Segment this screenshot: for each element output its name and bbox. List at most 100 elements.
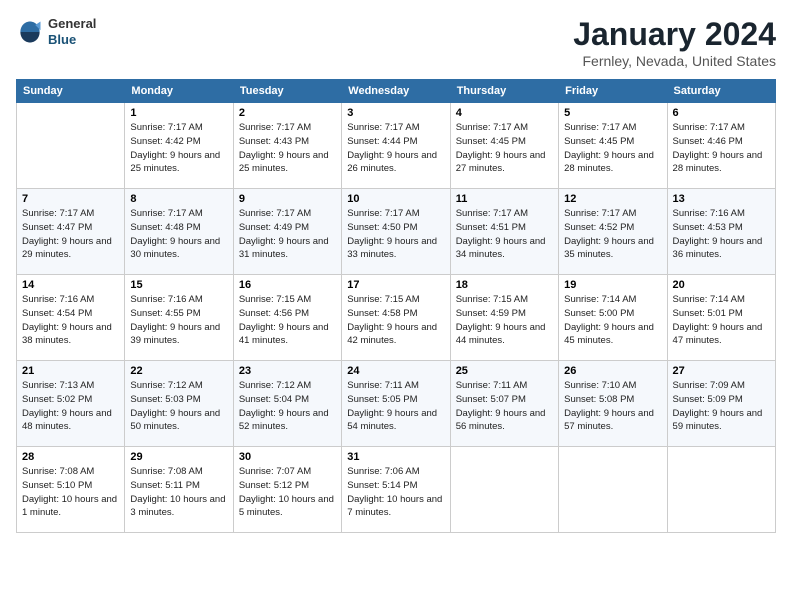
logo-icon [16,18,44,46]
day-info: Sunrise: 7:16 AMSunset: 4:53 PMDaylight:… [673,207,770,262]
day-cell: 28 Sunrise: 7:08 AMSunset: 5:10 PMDayligh… [17,447,125,533]
day-info: Sunrise: 7:12 AMSunset: 5:03 PMDaylight:… [130,379,227,434]
day-number: 14 [22,279,119,291]
day-cell: 1Sunrise: 7:17 AMSunset: 4:42 PMDaylight… [125,103,233,189]
day-cell: 16 Sunrise: 7:15 AMSunset: 4:56 PMDayligh… [233,275,341,361]
day-cell: 8 Sunrise: 7:17 AMSunset: 4:48 PMDaylight… [125,189,233,275]
day-number: 31 [347,451,444,463]
day-info: Sunrise: 7:15 AMSunset: 4:56 PMDaylight:… [239,293,336,348]
day-cell: 19Sunrise: 7:14 AMSunset: 5:00 PMDayligh… [559,275,667,361]
day-info: Sunrise: 7:17 AMSunset: 4:42 PMDaylight:… [130,121,227,176]
day-number: 11 [456,193,553,205]
day-number: 16 [239,279,336,291]
day-info: Sunrise: 7:11 AMSunset: 5:05 PMDaylight:… [347,379,444,434]
header-wednesday: Wednesday [342,80,450,103]
day-cell: 27Sunrise: 7:09 AMSunset: 5:09 PMDayligh… [667,361,775,447]
header-thursday: Thursday [450,80,558,103]
day-number: 30 [239,451,336,463]
day-number: 7 [22,193,119,205]
day-info: Sunrise: 7:17 AMSunset: 4:51 PMDaylight:… [456,207,553,262]
day-info: Sunrise: 7:17 AMSunset: 4:49 PMDaylight:… [239,207,336,262]
day-cell: 29Sunrise: 7:08 AMSunset: 5:11 PMDayligh… [125,447,233,533]
day-cell [559,447,667,533]
day-info: Sunrise: 7:16 AMSunset: 4:54 PMDaylight:… [22,293,119,348]
day-cell [450,447,558,533]
day-info: Sunrise: 7:15 AMSunset: 4:58 PMDaylight:… [347,293,444,348]
header-sunday: Sunday [17,80,125,103]
header-tuesday: Tuesday [233,80,341,103]
day-cell: 5 Sunrise: 7:17 AMSunset: 4:45 PMDaylight… [559,103,667,189]
day-cell: 9 Sunrise: 7:17 AMSunset: 4:49 PMDaylight… [233,189,341,275]
day-cell: 21Sunrise: 7:13 AMSunset: 5:02 PMDayligh… [17,361,125,447]
day-number: 5 [564,107,661,119]
day-cell: 15 Sunrise: 7:16 AMSunset: 4:55 PMDayligh… [125,275,233,361]
day-info: Sunrise: 7:17 AMSunset: 4:50 PMDaylight:… [347,207,444,262]
day-info: Sunrise: 7:08 AMSunset: 5:11 PMDaylight:… [130,465,227,520]
calendar-header-row: SundayMondayTuesdayWednesdayThursdayFrid… [17,80,776,103]
header-friday: Friday [559,80,667,103]
title-block: January 2024 Fernley, Nevada, United Sta… [573,16,776,69]
day-number: 17 [347,279,444,291]
week-row-3: 21Sunrise: 7:13 AMSunset: 5:02 PMDayligh… [17,361,776,447]
week-row-1: 7 Sunrise: 7:17 AMSunset: 4:47 PMDaylight… [17,189,776,275]
day-info: Sunrise: 7:10 AMSunset: 5:08 PMDaylight:… [564,379,661,434]
day-cell: 13 Sunrise: 7:16 AMSunset: 4:53 PMDayligh… [667,189,775,275]
logo-blue: Blue [48,32,96,48]
day-number: 12 [564,193,661,205]
day-cell: 12Sunrise: 7:17 AMSunset: 4:52 PMDayligh… [559,189,667,275]
day-cell: 31 Sunrise: 7:06 AMSunset: 5:14 PMDayligh… [342,447,450,533]
calendar-table: SundayMondayTuesdayWednesdayThursdayFrid… [16,79,776,533]
day-cell: 30 Sunrise: 7:07 AMSunset: 5:12 PMDayligh… [233,447,341,533]
day-info: Sunrise: 7:17 AMSunset: 4:45 PMDaylight:… [456,121,553,176]
day-cell: 24Sunrise: 7:11 AMSunset: 5:05 PMDayligh… [342,361,450,447]
day-info: Sunrise: 7:17 AMSunset: 4:44 PMDaylight:… [347,121,444,176]
day-cell: 10 Sunrise: 7:17 AMSunset: 4:50 PMDayligh… [342,189,450,275]
day-info: Sunrise: 7:12 AMSunset: 5:04 PMDaylight:… [239,379,336,434]
day-cell: 11 Sunrise: 7:17 AMSunset: 4:51 PMDayligh… [450,189,558,275]
day-number: 8 [130,193,227,205]
day-number: 13 [673,193,770,205]
week-row-4: 28 Sunrise: 7:08 AMSunset: 5:10 PMDayligh… [17,447,776,533]
week-row-2: 14 Sunrise: 7:16 AMSunset: 4:54 PMDayligh… [17,275,776,361]
page-container: General Blue January 2024 Fernley, Nevad… [0,0,792,543]
day-cell: 17 Sunrise: 7:15 AMSunset: 4:58 PMDayligh… [342,275,450,361]
day-number: 21 [22,365,119,377]
day-cell: 14 Sunrise: 7:16 AMSunset: 4:54 PMDayligh… [17,275,125,361]
day-info: Sunrise: 7:17 AMSunset: 4:45 PMDaylight:… [564,121,661,176]
day-number: 20 [673,279,770,291]
day-info: Sunrise: 7:15 AMSunset: 4:59 PMDaylight:… [456,293,553,348]
day-cell: 23 Sunrise: 7:12 AMSunset: 5:04 PMDayligh… [233,361,341,447]
day-info: Sunrise: 7:14 AMSunset: 5:00 PMDaylight:… [564,293,661,348]
day-number: 15 [130,279,227,291]
logo: General Blue [16,16,96,47]
day-info: Sunrise: 7:16 AMSunset: 4:55 PMDaylight:… [130,293,227,348]
day-cell [17,103,125,189]
day-number: 28 [22,451,119,463]
day-number: 26 [564,365,661,377]
day-number: 9 [239,193,336,205]
day-info: Sunrise: 7:17 AMSunset: 4:48 PMDaylight:… [130,207,227,262]
day-info: Sunrise: 7:09 AMSunset: 5:09 PMDaylight:… [673,379,770,434]
day-cell: 3 Sunrise: 7:17 AMSunset: 4:44 PMDaylight… [342,103,450,189]
day-info: Sunrise: 7:08 AMSunset: 5:10 PMDaylight:… [22,465,119,520]
day-number: 10 [347,193,444,205]
day-number: 23 [239,365,336,377]
day-cell: 6Sunrise: 7:17 AMSunset: 4:46 PMDaylight… [667,103,775,189]
day-number: 6 [673,107,770,119]
day-number: 3 [347,107,444,119]
day-cell: 18Sunrise: 7:15 AMSunset: 4:59 PMDayligh… [450,275,558,361]
week-row-0: 1Sunrise: 7:17 AMSunset: 4:42 PMDaylight… [17,103,776,189]
month-title: January 2024 [573,16,776,53]
day-cell: 20Sunrise: 7:14 AMSunset: 5:01 PMDayligh… [667,275,775,361]
day-number: 25 [456,365,553,377]
day-info: Sunrise: 7:07 AMSunset: 5:12 PMDaylight:… [239,465,336,520]
day-info: Sunrise: 7:17 AMSunset: 4:47 PMDaylight:… [22,207,119,262]
logo-text: General Blue [48,16,96,47]
day-cell [667,447,775,533]
day-number: 4 [456,107,553,119]
day-cell: 22 Sunrise: 7:12 AMSunset: 5:03 PMDayligh… [125,361,233,447]
day-info: Sunrise: 7:11 AMSunset: 5:07 PMDaylight:… [456,379,553,434]
day-number: 2 [239,107,336,119]
day-info: Sunrise: 7:06 AMSunset: 5:14 PMDaylight:… [347,465,444,520]
day-number: 22 [130,365,227,377]
